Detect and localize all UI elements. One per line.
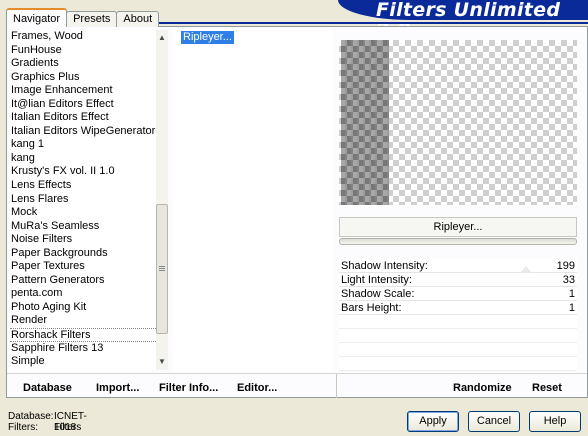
status-filters: Filters: 1018: [8, 422, 76, 433]
param-label: Shadow Intensity:: [341, 260, 428, 272]
param-label: Light Intensity:: [341, 274, 412, 286]
import-button[interactable]: Import...: [96, 382, 139, 394]
scroll-down-icon[interactable]: ▼: [156, 356, 168, 368]
list-item[interactable]: Image Enhancement: [10, 84, 168, 98]
filter-item-selected[interactable]: Ripleyer...: [181, 31, 234, 44]
app-banner: Filters Unlimited 2.0: [338, 0, 588, 40]
param-light-intensity[interactable]: Light Intensity: 33: [339, 273, 577, 287]
list-item-selected[interactable]: Rorshack Filters: [10, 328, 168, 342]
grip-icon: [159, 266, 165, 272]
list-item[interactable]: Krusty's FX vol. II 1.0: [10, 165, 168, 179]
database-button[interactable]: Database: [23, 382, 72, 394]
status-value: 1018: [54, 422, 77, 433]
status-database: Database: ICNET-Filters: [8, 411, 87, 433]
randomize-button[interactable]: Randomize: [453, 382, 512, 394]
list-item[interactable]: Sapphire Filters 13: [10, 342, 168, 356]
list-item[interactable]: Italian Editors Effect: [10, 111, 168, 125]
help-button[interactable]: Help: [529, 411, 581, 432]
list-item[interactable]: Pattern Generators: [10, 274, 168, 288]
list-item[interactable]: Paper Backgrounds: [10, 247, 168, 261]
list-item[interactable]: Photo Aging Kit: [10, 301, 168, 315]
slider-caret-icon[interactable]: [520, 266, 532, 273]
tab-presets[interactable]: Presets: [66, 11, 118, 27]
scroll-thumb[interactable]: [156, 204, 168, 334]
list-item[interactable]: MuRa's Seamless: [10, 220, 168, 234]
button-bar-divider: [7, 373, 587, 374]
filter-list[interactable]: Ripleyer...: [173, 30, 333, 370]
editor-button[interactable]: Editor...: [237, 382, 277, 394]
param-empty-row: [339, 315, 577, 329]
tab-about[interactable]: About: [116, 11, 160, 27]
category-list[interactable]: Frames, Wood FunHouse Gradients Graphics…: [10, 30, 168, 370]
param-label: Bars Height:: [341, 302, 402, 314]
list-item[interactable]: Graphics Plus: [10, 71, 168, 85]
scroll-up-icon[interactable]: ▲: [156, 32, 168, 44]
category-scrollbar[interactable]: ▲ ▼: [156, 30, 168, 370]
bar-separator: [336, 374, 337, 398]
list-item[interactable]: Gradients: [10, 57, 168, 71]
list-item[interactable]: Lens Flares: [10, 193, 168, 207]
param-label: Shadow Scale:: [341, 288, 415, 300]
param-empty-row: [339, 329, 577, 343]
list-item[interactable]: kang 1: [10, 138, 168, 152]
list-item[interactable]: Paper Textures: [10, 260, 168, 274]
filter-info-button[interactable]: Filter Info...: [159, 382, 218, 394]
progress-bar: [339, 238, 577, 245]
param-value: 1: [568, 288, 575, 300]
param-bars-height[interactable]: Bars Height: 1: [339, 301, 577, 315]
banner-underline: [136, 22, 588, 24]
list-item[interactable]: Render: [10, 314, 168, 328]
list-item[interactable]: Lens Effects: [10, 179, 168, 193]
list-item[interactable]: Mock: [10, 206, 168, 220]
status-label: Filters:: [8, 422, 38, 433]
parameter-list[interactable]: Shadow Intensity: 199 Light Intensity: 3…: [339, 259, 577, 371]
list-item[interactable]: Noise Filters: [10, 233, 168, 247]
tab-navigator[interactable]: Navigator: [6, 8, 68, 27]
list-item[interactable]: Simple: [10, 355, 168, 369]
param-shadow-scale[interactable]: Shadow Scale: 1: [339, 287, 577, 301]
apply-button[interactable]: Apply: [407, 411, 459, 432]
preview-shadow-bar: [341, 40, 389, 205]
status-label: Database:: [8, 411, 54, 422]
reset-button[interactable]: Reset: [532, 382, 562, 394]
list-item[interactable]: Italian Editors WipeGenerator: [10, 125, 168, 139]
filter-name-button[interactable]: Ripleyer...: [339, 217, 577, 237]
list-item[interactable]: kang: [10, 152, 168, 166]
param-value: 33: [562, 274, 575, 286]
list-item[interactable]: penta.com: [10, 287, 168, 301]
preview-image: [339, 40, 577, 205]
param-empty-row: [339, 343, 577, 357]
param-empty-row: [339, 357, 577, 371]
list-item[interactable]: Frames, Wood: [10, 30, 168, 44]
cancel-button[interactable]: Cancel: [468, 411, 520, 432]
param-value: 199: [556, 260, 575, 272]
param-value: 1: [568, 302, 575, 314]
param-shadow-intensity[interactable]: Shadow Intensity: 199: [339, 259, 577, 273]
list-item[interactable]: FunHouse: [10, 44, 168, 58]
list-item[interactable]: It@lian Editors Effect: [10, 98, 168, 112]
tab-strip: Navigator Presets About: [6, 8, 160, 27]
